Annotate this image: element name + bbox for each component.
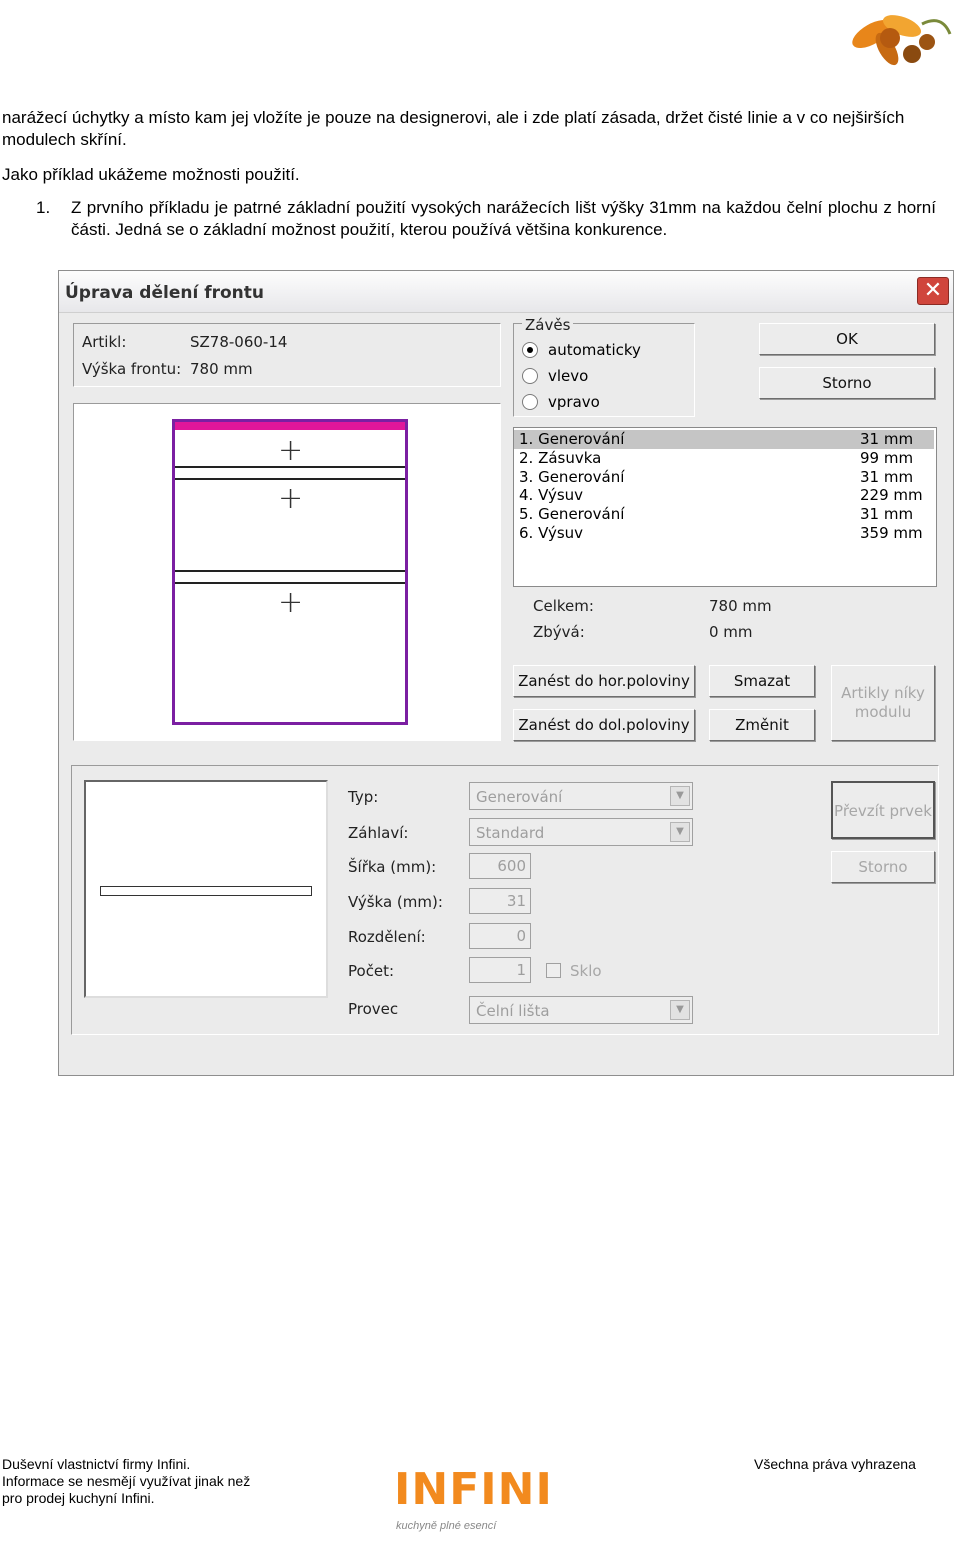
radio-button[interactable] [522,342,538,358]
list-item-name: 6. Výsuv [519,524,584,542]
list-text: Z prvního příkladu je patrné základní po… [71,198,936,239]
list-item-value: 31 mm [860,468,914,486]
element-preview [84,780,328,998]
provec-select[interactable]: Čelní lišta ▼ [469,996,693,1024]
sklo-checkbox[interactable] [546,963,561,978]
list-item[interactable]: 2. Zásuvka 99 mm [514,449,934,468]
list-item[interactable]: 4. Výsuv 229 mm [514,486,934,505]
celkem-value: 780 mm [709,597,772,615]
celkem-label: Celkem: [533,597,594,615]
storno-element-button[interactable]: Storno [831,851,935,883]
zbyva-value: 0 mm [709,623,753,641]
sklo-label: Sklo [570,962,602,980]
footer-copyright: Duševní vlastnictví firmy Infini. Inform… [2,1456,250,1507]
list-item-name: 2. Zásuvka [519,449,602,467]
ok-button[interactable]: OK [759,323,935,355]
plus-icon[interactable]: + [278,436,303,466]
example-paragraph: Jako příklad ukážeme možnosti použití. [2,165,300,184]
footer-line-3: pro prodej kuchyní Infini. [2,1490,155,1506]
typ-label: Typ: [348,788,379,806]
artikl-value: SZ78-060-14 [190,333,288,351]
storno-button[interactable]: Storno [759,367,935,399]
list-item-value: 359 mm [860,524,923,542]
pocet-field[interactable]: 1 [469,957,531,983]
divider-line [175,478,405,480]
rozdeleni-field[interactable]: 0 [469,923,531,949]
front-parts-list[interactable]: 1. Generování 31 mm 2. Zásuvka 99 mm 3. … [513,427,937,587]
list-number: 1. [36,198,51,217]
close-button[interactable]: ✕ [917,277,949,305]
dialog-titlebar[interactable]: Úprava dělení frontu ✕ [59,271,953,313]
footer-line-2: Informace se nesmějí využívat jinak než [2,1473,251,1489]
intro-paragraph: narážecí úchytky a místo kam jej vložíte… [2,108,905,149]
list-item-name: 4. Výsuv [519,486,584,504]
list-item-name: 1. Generování [519,430,625,448]
vyska-frontu-label: Výška frontu: [82,360,182,378]
footer-line-1: Duševní vlastnictví firmy Infini. [2,1456,191,1472]
list-item[interactable]: 6. Výsuv 359 mm [514,524,934,543]
radio-label: vpravo [548,393,600,411]
front-division-dialog: Úprava dělení frontu ✕ Artikl: SZ78-060-… [58,270,954,1076]
hinge-group: Závěs automaticky vlevo vpravo [513,316,695,417]
pocet-label: Počet: [348,962,395,980]
module-articles-label-1: Artikly níky [841,684,925,702]
infini-logo: INFINI kuchyně plné esencí [394,1464,552,1542]
provec-select-value: Čelní lišta [476,1002,550,1020]
sirka-field[interactable]: 600 [469,853,531,879]
logo-tagline: kuchyně plné esencí [396,1520,497,1532]
typ-select[interactable]: Generování ▼ [469,782,693,810]
list-item-value: 31 mm [860,505,914,523]
module-articles-label-2: modulu [854,703,912,721]
rail-strip-drawing [100,886,312,896]
typ-select-value: Generování [476,788,563,806]
plus-icon[interactable]: + [278,588,303,618]
radio-button[interactable] [522,368,538,384]
top-rail [175,422,405,430]
take-element-button[interactable]: Převzít prvek [831,781,935,839]
artikl-label: Artikl: [82,333,127,351]
logo-wordmark: INFINI [394,1464,553,1515]
list-item-name: 5. Generování [519,505,625,523]
article-info-panel: Artikl: SZ78-060-14 Výška frontu: 780 mm [73,323,501,387]
zahlavi-select[interactable]: Standard ▼ [469,818,693,846]
element-properties-group: Typ: Generování ▼ Záhlaví: Standard ▼ Ší… [71,765,939,1035]
list-item[interactable]: 5. Generování 31 mm [514,505,934,524]
change-button[interactable]: Změnit [709,709,815,741]
cabinet-front-drawing: + + + [172,419,408,725]
divider-line [175,570,405,572]
sirka-label: Šířka (mm): [348,858,437,876]
list-item[interactable]: 1. Generování 31 mm [514,430,934,449]
hinge-group-label: Závěs [522,316,574,334]
list-item[interactable]: 3. Generování 31 mm [514,468,934,487]
plus-icon[interactable]: + [278,484,303,514]
radio-label: automaticky [548,341,641,359]
list-item-name: 3. Generování [519,468,625,486]
zbyva-label: Zbývá: [533,623,585,641]
provec-label: Provec [348,1000,399,1018]
delete-button[interactable]: Smazat [709,665,815,697]
rozdeleni-label: Rozdělení: [348,928,426,946]
radio-label: vlevo [548,367,589,385]
flower-decoration-image [852,15,952,66]
list-item-value: 229 mm [860,486,923,504]
add-upper-half-button[interactable]: Zanést do hor.poloviny [513,665,695,697]
chevron-down-icon[interactable]: ▼ [670,786,690,806]
chevron-down-icon[interactable]: ▼ [670,822,690,842]
footer-rights: Všechna práva vyhrazena [754,1456,916,1472]
vyska-field[interactable]: 31 [469,888,531,914]
list-item-value: 99 mm [860,449,914,467]
vyska-mm-label: Výška (mm): [348,893,443,911]
list-item-value: 31 mm [860,430,914,448]
zahlavi-label: Záhlaví: [348,824,409,842]
divider-line [175,582,405,584]
radio-button[interactable] [522,394,538,410]
dialog-title: Úprava dělení frontu [65,283,264,303]
vyska-frontu-value: 780 mm [190,360,253,378]
module-articles-button[interactable]: Artikly níky modulu [831,665,935,741]
add-lower-half-button[interactable]: Zanést do dol.poloviny [513,709,695,741]
front-preview-canvas[interactable]: + + + [73,403,501,741]
chevron-down-icon[interactable]: ▼ [670,1000,690,1020]
zahlavi-select-value: Standard [476,824,545,842]
